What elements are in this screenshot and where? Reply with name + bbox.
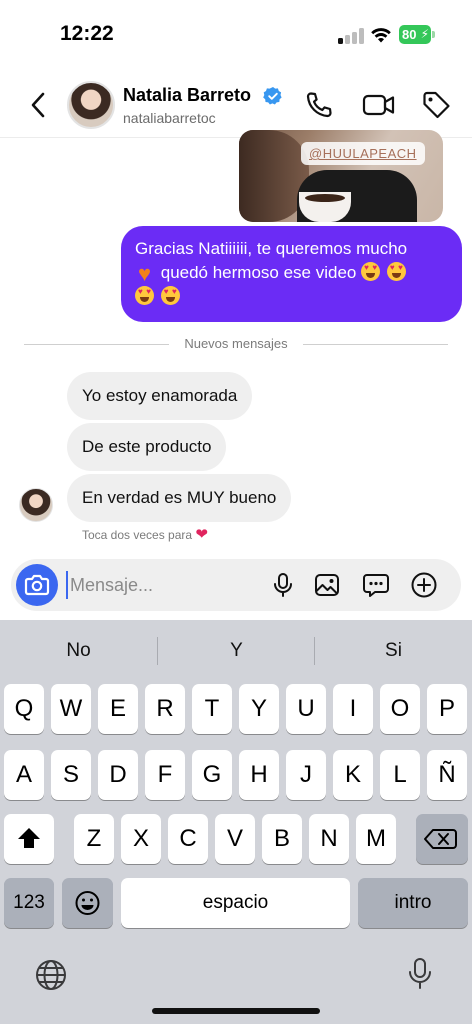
key-m[interactable]: M — [356, 814, 396, 864]
key-z[interactable]: Z — [74, 814, 114, 864]
emoji-icon — [75, 891, 100, 915]
media-mention-tag[interactable]: @HUULAPEACH — [301, 142, 425, 165]
key-e[interactable]: E — [98, 684, 138, 734]
suggestion-item[interactable]: Y — [158, 640, 315, 662]
key-y[interactable]: Y — [239, 684, 279, 734]
heart-icon: ❤ — [195, 526, 208, 543]
key-q[interactable]: Q — [4, 684, 44, 734]
heart-eyes-emoji — [160, 286, 180, 305]
return-key[interactable]: intro — [358, 878, 468, 928]
sticker-icon[interactable] — [362, 571, 390, 599]
video-call-icon[interactable] — [362, 90, 396, 120]
new-messages-divider: Nuevos mensajes — [24, 336, 448, 352]
double-tap-hint-text: Toca dos veces para — [82, 528, 193, 542]
dictation-mic-icon[interactable] — [406, 956, 434, 992]
double-tap-hint: Toca dos veces para ❤ — [82, 525, 208, 543]
key-x[interactable]: X — [121, 814, 161, 864]
key-g[interactable]: G — [192, 750, 232, 800]
key-n[interactable]: N — [309, 814, 349, 864]
delete-key[interactable] — [416, 814, 468, 864]
incoming-message[interactable]: En verdad es MUY bueno — [67, 474, 292, 522]
incoming-message[interactable]: De este producto — [67, 423, 227, 471]
battery-level: 80 — [402, 27, 417, 42]
microphone-icon[interactable] — [269, 571, 297, 599]
key-v[interactable]: V — [215, 814, 255, 864]
globe-icon[interactable] — [34, 958, 68, 992]
key-s[interactable]: S — [51, 750, 91, 800]
key-i[interactable]: I — [333, 684, 373, 734]
orange-heart-emoji: ♥ — [137, 261, 152, 286]
key-j[interactable]: J — [286, 750, 326, 800]
message-composer — [11, 559, 461, 611]
message-input[interactable] — [66, 571, 266, 599]
key-o[interactable]: O — [380, 684, 420, 734]
key-t[interactable]: T — [192, 684, 232, 734]
shared-media-card[interactable]: @HUULAPEACH — [239, 130, 443, 222]
key-b[interactable]: B — [262, 814, 302, 864]
key-n-tilde[interactable]: Ñ — [427, 750, 467, 800]
shift-key[interactable] — [4, 814, 54, 864]
tag-icon[interactable] — [421, 90, 451, 120]
key-a[interactable]: A — [4, 750, 44, 800]
key-k[interactable]: K — [333, 750, 373, 800]
shift-icon — [18, 828, 40, 848]
wifi-icon — [371, 28, 391, 43]
chat-header: Natalia Barreto nataliabarretoc — [0, 70, 472, 138]
suggestion-item[interactable]: No — [0, 640, 157, 662]
camera-button[interactable] — [16, 564, 58, 606]
key-c[interactable]: C — [168, 814, 208, 864]
key-p[interactable]: P — [427, 684, 467, 734]
status-bar: 12:22 80 ⚡ — [0, 0, 472, 70]
suggestion-item[interactable]: Si — [315, 640, 472, 662]
chat-thread: @HUULAPEACH Gracias Natiiiiii, te querem… — [0, 130, 472, 558]
numbers-key[interactable]: 123 — [4, 878, 54, 928]
outgoing-message[interactable]: Gracias Natiiiiii, te queremos mucho ♥ q… — [121, 226, 462, 322]
key-w[interactable]: W — [51, 684, 91, 734]
key-u[interactable]: U — [286, 684, 326, 734]
suggestion-bar: No Y Si — [0, 620, 472, 680]
key-r[interactable]: R — [145, 684, 185, 734]
outgoing-message-line1: Gracias Natiiiiii, te queremos mucho — [135, 239, 408, 258]
signal-icon — [338, 28, 364, 44]
verified-badge-icon — [263, 87, 282, 105]
heart-eyes-emoji — [386, 262, 406, 281]
contact-handle: nataliabarretoc — [123, 110, 216, 126]
space-key[interactable]: espacio — [121, 878, 350, 928]
key-h[interactable]: H — [239, 750, 279, 800]
heart-eyes-emoji — [135, 286, 154, 305]
emoji-key[interactable] — [62, 878, 113, 928]
keyboard: No Y Si Q W E R T Y U I O P A S D F G H … — [0, 620, 472, 1024]
heart-eyes-emoji — [361, 262, 381, 281]
key-d[interactable]: D — [98, 750, 138, 800]
key-f[interactable]: F — [145, 750, 185, 800]
incoming-message[interactable]: Yo estoy enamorada — [67, 372, 253, 420]
battery-icon: 80 ⚡ — [399, 25, 435, 44]
home-indicator[interactable] — [152, 1008, 320, 1014]
backspace-icon — [424, 829, 457, 849]
camera-icon — [24, 574, 50, 596]
sender-avatar[interactable] — [19, 488, 53, 522]
add-plus-icon[interactable] — [410, 571, 438, 599]
phone-icon[interactable] — [304, 90, 334, 120]
gallery-icon[interactable] — [313, 571, 341, 599]
contact-name[interactable]: Natalia Barreto — [123, 85, 251, 106]
key-l[interactable]: L — [380, 750, 420, 800]
status-time: 12:22 — [60, 22, 114, 45]
contact-avatar[interactable] — [67, 81, 115, 129]
outgoing-message-line2: quedó hermoso ese video — [160, 263, 357, 282]
back-icon[interactable] — [26, 90, 52, 120]
